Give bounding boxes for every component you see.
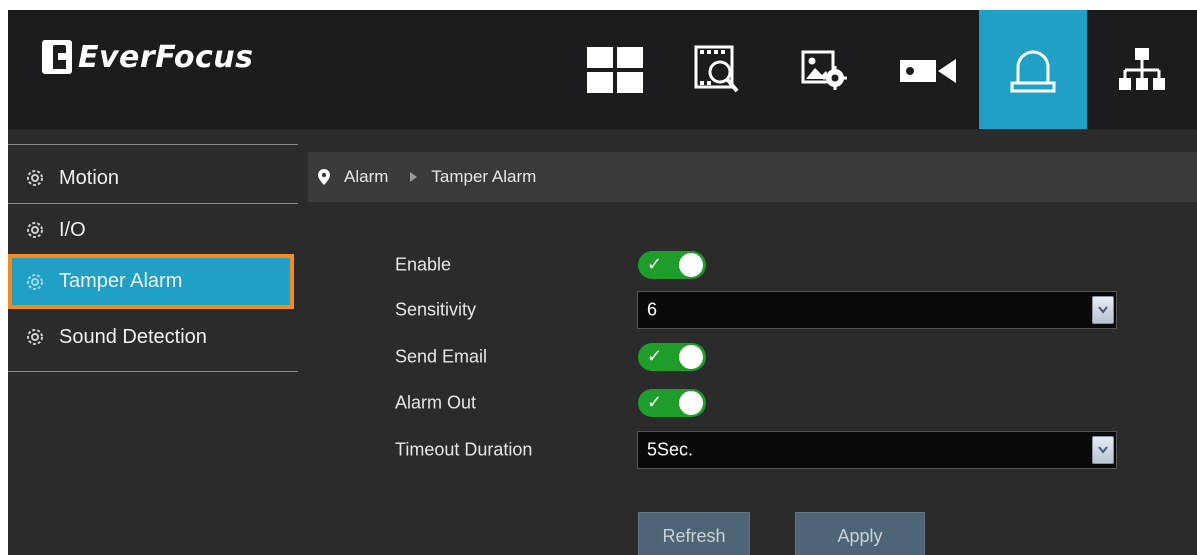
gear-icon [27,273,43,290]
timeout-value: 5Sec. [647,439,694,460]
sidebar-item-label: Tamper Alarm [59,270,183,292]
nav-live-view-button[interactable] [561,10,669,129]
toggle-knob [679,391,703,415]
sidebar-divider [8,144,298,145]
toggle-knob [679,345,703,369]
alarm-bell-icon [1010,50,1056,92]
send-email-toggle[interactable]: ✓ [638,343,706,371]
video-camera-icon [900,58,956,83]
nav-network-button[interactable] [1087,10,1197,129]
brand-logo: EverFocus [42,37,253,77]
chevron-right-icon [410,172,418,182]
breadcrumb-alarm[interactable]: Alarm [344,167,388,187]
breadcrumb: Alarm Tamper Alarm [308,152,1197,202]
nav-camera-button[interactable] [874,10,982,129]
nav-playback-button[interactable] [663,10,771,129]
gear-icon [27,222,43,238]
alarm-out-label: Alarm Out [395,392,477,413]
sidebar-divider [8,203,298,204]
nav-alarm-button[interactable] [979,10,1087,129]
sidebar-item-sound-detection[interactable]: Sound Detection [8,312,298,362]
sensitivity-select[interactable]: 6 [637,291,1117,329]
sidebar-item-motion[interactable]: Motion [8,152,298,204]
app-window: EverFocus Motion I/O Tamper Alarm Sound … [8,10,1197,555]
chevron-down-icon[interactable] [1092,296,1114,324]
nav-image-settings-button[interactable] [770,10,878,129]
timeout-row: Timeout Duration 5Sec. [308,427,1197,473]
send-email-row: Send Email ✓ [308,334,1197,380]
toggle-knob [679,253,703,277]
alarm-out-row: Alarm Out ✓ [308,380,1197,426]
film-search-icon [694,45,739,92]
timeout-label: Timeout Duration [395,439,533,460]
top-header: EverFocus [8,10,1197,129]
check-icon: ✓ [647,392,663,413]
location-pin-icon [318,169,330,185]
sidebar-item-io[interactable]: I/O [8,207,298,253]
refresh-button[interactable]: Refresh [638,512,750,555]
gear-icon [27,329,43,345]
sensitivity-value: 6 [647,299,658,320]
check-icon: ✓ [647,254,663,275]
apply-button[interactable]: Apply [795,512,925,555]
breadcrumb-tamper-alarm: Tamper Alarm [431,167,537,186]
enable-toggle[interactable]: ✓ [638,251,706,279]
everfocus-logo-icon [42,40,72,74]
grid-layout-icon [587,46,643,93]
sidebar-divider [8,371,298,372]
sidebar: Motion I/O Tamper Alarm Sound Detection [8,129,298,555]
settings-form: Enable ✓ Sensitivity 6 Send Email ✓ Alar… [308,202,1197,555]
check-icon: ✓ [647,346,663,367]
send-email-label: Send Email [395,346,488,367]
enable-label: Enable [395,254,452,275]
sidebar-item-label: Motion [59,166,120,189]
sidebar-item-label: I/O [59,218,86,241]
network-tree-icon [1119,47,1165,90]
sidebar-item-tamper-alarm[interactable]: Tamper Alarm [8,254,294,309]
sidebar-item-label: Sound Detection [59,325,207,348]
enable-row: Enable ✓ [308,242,1197,288]
image-settings-icon [801,50,847,90]
sensitivity-label: Sensitivity [395,299,477,320]
timeout-select[interactable]: 5Sec. [637,431,1117,469]
chevron-down-icon[interactable] [1092,436,1114,464]
sensitivity-row: Sensitivity 6 [308,287,1197,333]
brand-name: EverFocus [78,39,254,75]
alarm-out-toggle[interactable]: ✓ [638,389,706,417]
gear-icon [27,170,43,186]
